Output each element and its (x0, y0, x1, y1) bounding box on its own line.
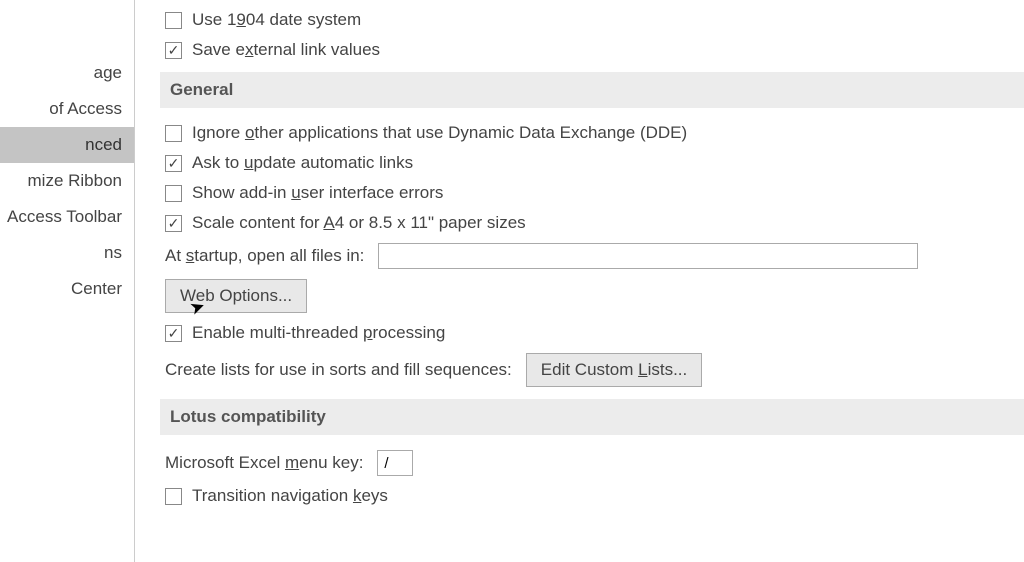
sidebar-item-3[interactable]: mize Ribbon (0, 163, 134, 199)
show-addin-checkbox[interactable] (165, 185, 182, 202)
sidebar-item-advanced[interactable]: nced (0, 127, 134, 163)
edit-custom-lists-button[interactable]: Edit Custom Lists... (526, 353, 702, 387)
use-1904-label: Use 1904 date system (192, 10, 361, 30)
sidebar-item-1[interactable]: of Access (0, 91, 134, 127)
sidebar-item-4[interactable]: Access Toolbar (0, 199, 134, 235)
sidebar-item-0[interactable]: age (0, 55, 134, 91)
enable-multi-checkbox[interactable] (165, 325, 182, 342)
ask-update-checkbox[interactable] (165, 155, 182, 172)
create-lists-label: Create lists for use in sorts and fill s… (165, 360, 512, 380)
general-header: General (160, 72, 1024, 108)
web-options-button[interactable]: Web Options... (165, 279, 307, 313)
ask-update-label: Ask to update automatic links (192, 153, 413, 173)
transition-nav-checkbox[interactable] (165, 488, 182, 505)
transition-nav-label: Transition navigation keys (192, 486, 388, 506)
save-external-label: Save external link values (192, 40, 380, 60)
menu-key-label: Microsoft Excel menu key: (165, 453, 363, 473)
menu-key-input[interactable] (377, 450, 413, 476)
show-addin-label: Show add-in user interface errors (192, 183, 443, 203)
sidebar-item-5[interactable]: ns (0, 235, 134, 271)
startup-label: At startup, open all files in: (165, 246, 364, 266)
ignore-dde-checkbox[interactable] (165, 125, 182, 142)
main-content: Use 1904 date system Save external link … (135, 0, 1024, 562)
sidebar: age of Access nced mize Ribbon Access To… (0, 0, 135, 562)
scale-content-checkbox[interactable] (165, 215, 182, 232)
startup-folder-input[interactable] (378, 243, 918, 269)
enable-multi-label: Enable multi-threaded processing (192, 323, 445, 343)
use-1904-checkbox[interactable] (165, 12, 182, 29)
ignore-dde-label: Ignore other applications that use Dynam… (192, 123, 687, 143)
lotus-header: Lotus compatibility (160, 399, 1024, 435)
sidebar-item-6[interactable]: Center (0, 271, 134, 307)
save-external-checkbox[interactable] (165, 42, 182, 59)
scale-content-label: Scale content for A4 or 8.5 x 11" paper … (192, 213, 526, 233)
